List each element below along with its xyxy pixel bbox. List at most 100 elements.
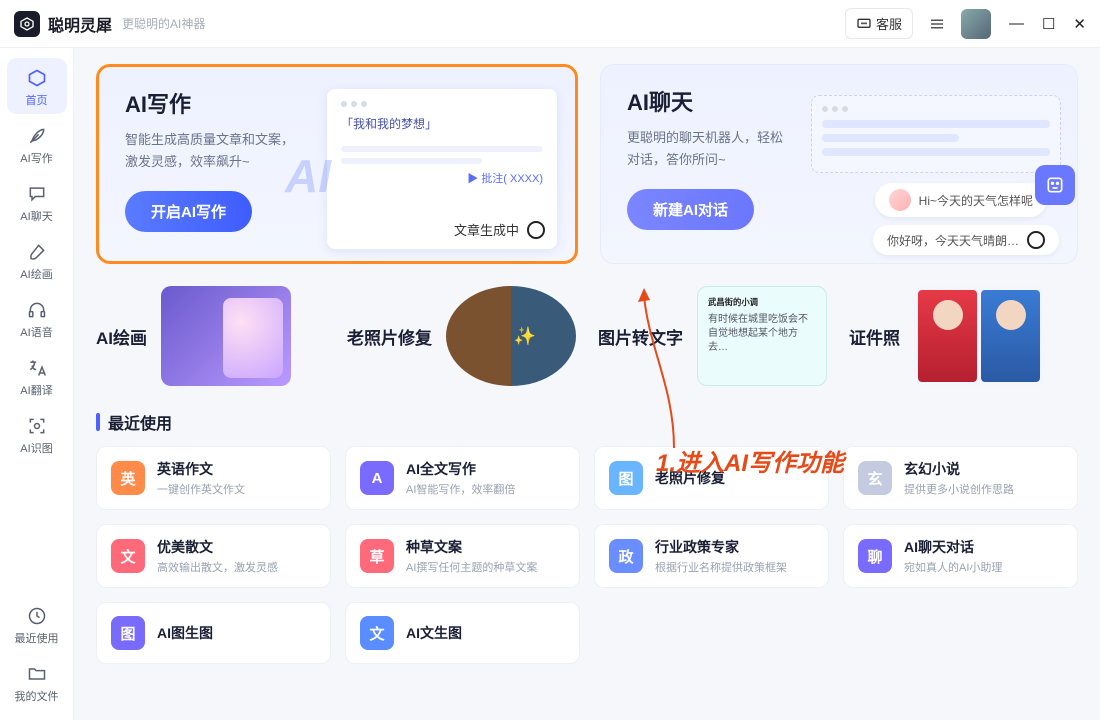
- ai-watermark: AI: [285, 149, 331, 203]
- hero-card-chat[interactable]: AI聊天 更聪明的聊天机器人，轻松 对话，答你所问~ 新建AI对话 Hi~今天的…: [600, 64, 1078, 264]
- card-icon: 玄: [858, 461, 892, 495]
- card-title: 老照片修复: [655, 468, 725, 488]
- id-thumb: [914, 286, 1044, 386]
- recent-card[interactable]: 文 AI文生图: [345, 602, 580, 664]
- card-desc: 一键创作英文作文: [157, 481, 245, 497]
- new-chat-button[interactable]: 新建AI对话: [627, 189, 754, 230]
- recent-card[interactable]: 图 老照片修复: [594, 446, 829, 510]
- translate-icon: [25, 356, 49, 380]
- sidebar-item-paint[interactable]: AI绘画: [7, 232, 67, 288]
- sidebar: 首页 AI写作 AI聊天 AI绘画 AI语音 AI翻译 AI识图 最: [0, 48, 74, 720]
- chat-bubble-icon: [25, 182, 49, 206]
- sidebar-label: AI语音: [7, 324, 67, 340]
- recent-card[interactable]: 草 种草文案 AI撰写任何主题的种草文案: [345, 524, 580, 588]
- card-title: 英语作文: [157, 459, 245, 479]
- feather-icon: [25, 124, 49, 148]
- card-icon: 聊: [858, 539, 892, 573]
- sidebar-label: 最近使用: [7, 630, 67, 646]
- sidebar-item-files[interactable]: 我的文件: [7, 654, 67, 710]
- close-button[interactable]: ✕: [1073, 15, 1086, 33]
- chat-bubble-ai: 你好呀，今天天气晴朗…: [873, 225, 1059, 255]
- card-icon: 政: [609, 539, 643, 573]
- photo-thumb: [446, 286, 576, 386]
- customer-service-button[interactable]: 客服: [845, 8, 913, 39]
- folder-icon: [25, 662, 49, 686]
- recent-card[interactable]: 英 英语作文 一键创作英文作文: [96, 446, 331, 510]
- sidebar-item-recent[interactable]: 最近使用: [7, 596, 67, 652]
- card-icon: 图: [111, 616, 145, 650]
- card-title: AI聊天对话: [904, 537, 1002, 557]
- chat-fab-button[interactable]: [1035, 165, 1075, 205]
- card-desc: AI撰写任何主题的种草文案: [406, 559, 537, 575]
- window-controls: — ☐ ✕: [1009, 15, 1086, 33]
- sidebar-item-voice[interactable]: AI语音: [7, 290, 67, 346]
- recent-card[interactable]: A AI全文写作 AI智能写作，效率翻倍: [345, 446, 580, 510]
- sidebar-label: 首页: [7, 92, 67, 108]
- card-icon: 图: [609, 461, 643, 495]
- sidebar-label: AI识图: [7, 440, 67, 456]
- ocr-thumb: 武昌街的小调 有时候在城里吃饭会不自觉地想起某个地方去…: [697, 286, 827, 386]
- ai-avatar-icon: [1027, 231, 1045, 249]
- sidebar-label: 我的文件: [7, 688, 67, 704]
- card-title: AI图生图: [157, 623, 213, 643]
- scan-icon: [25, 414, 49, 438]
- sidebar-item-translate[interactable]: AI翻译: [7, 348, 67, 404]
- recent-card[interactable]: 政 行业政策专家 根据行业名称提供政策框架: [594, 524, 829, 588]
- feature-id-photo[interactable]: 证件照: [849, 286, 1078, 386]
- sidebar-label: AI写作: [7, 150, 67, 166]
- smile-icon: [1045, 175, 1065, 195]
- mock-status: 文章生成中: [454, 220, 545, 239]
- sidebar-item-home[interactable]: 首页: [7, 58, 67, 114]
- recent-card[interactable]: 图 AI图生图: [96, 602, 331, 664]
- feature-paint[interactable]: AI绘画: [96, 286, 325, 386]
- spinner-icon: [527, 221, 545, 239]
- sidebar-label: AI绘画: [7, 266, 67, 282]
- sidebar-label: AI翻译: [7, 382, 67, 398]
- card-desc: 高效输出散文，激发灵感: [157, 559, 278, 575]
- card-desc: 宛如真人的AI小助理: [904, 559, 1002, 575]
- hero-card-write[interactable]: AI写作 智能生成高质量文章和文案， 激发灵感，效率飙升~ 开启AI写作 AI …: [96, 64, 578, 264]
- recent-card[interactable]: 聊 AI聊天对话 宛如真人的AI小助理: [843, 524, 1078, 588]
- maximize-button[interactable]: ☐: [1042, 15, 1055, 33]
- card-icon: 草: [360, 539, 394, 573]
- sidebar-label: AI聊天: [7, 208, 67, 224]
- card-title: AI全文写作: [406, 459, 515, 479]
- chat-preview: [811, 95, 1061, 173]
- sidebar-item-chat[interactable]: AI聊天: [7, 174, 67, 230]
- card-icon: 文: [111, 539, 145, 573]
- logo-icon: [14, 11, 40, 37]
- feature-ocr[interactable]: 图片转文字 武昌街的小调 有时候在城里吃饭会不自觉地想起某个地方去…: [598, 286, 827, 386]
- recent-card[interactable]: 文 优美散文 高效输出散文，激发灵感: [96, 524, 331, 588]
- menu-button[interactable]: [923, 10, 951, 38]
- card-icon: A: [360, 461, 394, 495]
- section-title-recent: 最近使用: [96, 410, 1078, 434]
- card-desc: 提供更多小说创作思路: [904, 481, 1014, 497]
- paint-thumb: [161, 286, 291, 386]
- card-title: 行业政策专家: [655, 537, 787, 557]
- recent-grid: 英 英语作文 一键创作英文作文A AI全文写作 AI智能写作，效率翻倍图 老照片…: [96, 446, 1078, 664]
- main-content: AI写作 智能生成高质量文章和文案， 激发灵感，效率飙升~ 开启AI写作 AI …: [74, 48, 1100, 720]
- start-write-button[interactable]: 开启AI写作: [125, 191, 252, 232]
- app-logo: 聪明灵犀: [14, 11, 112, 37]
- home-icon: [25, 66, 49, 90]
- feature-title: 图片转文字: [598, 324, 683, 349]
- user-avatar[interactable]: [961, 9, 991, 39]
- feature-row: AI绘画 老照片修复 图片转文字 武昌街的小调 有时候在城里吃饭会不自觉地想起某…: [96, 286, 1078, 386]
- history-icon: [25, 604, 49, 628]
- headphone-icon: [25, 298, 49, 322]
- write-preview-panel: AI 「我和我的梦想」 ▶ 批注( XXXX) 文章生成中: [327, 89, 557, 249]
- app-name: 聪明灵犀: [48, 12, 112, 36]
- sidebar-item-ocr[interactable]: AI识图: [7, 406, 67, 462]
- titlebar: 聪明灵犀 更聪明的AI神器 客服 — ☐ ✕: [0, 0, 1100, 48]
- minimize-button[interactable]: —: [1009, 15, 1024, 33]
- feature-photo-repair[interactable]: 老照片修复: [347, 286, 576, 386]
- app-subtitle: 更聪明的AI神器: [122, 15, 205, 32]
- brush-icon: [25, 240, 49, 264]
- card-desc: 根据行业名称提供政策框架: [655, 559, 787, 575]
- card-icon: 文: [360, 616, 394, 650]
- sidebar-item-write[interactable]: AI写作: [7, 116, 67, 172]
- recent-card[interactable]: 玄 玄幻小说 提供更多小说创作思路: [843, 446, 1078, 510]
- card-desc: AI智能写作，效率翻倍: [406, 481, 515, 497]
- avatar-icon: [889, 189, 911, 211]
- feature-title: AI绘画: [96, 324, 147, 349]
